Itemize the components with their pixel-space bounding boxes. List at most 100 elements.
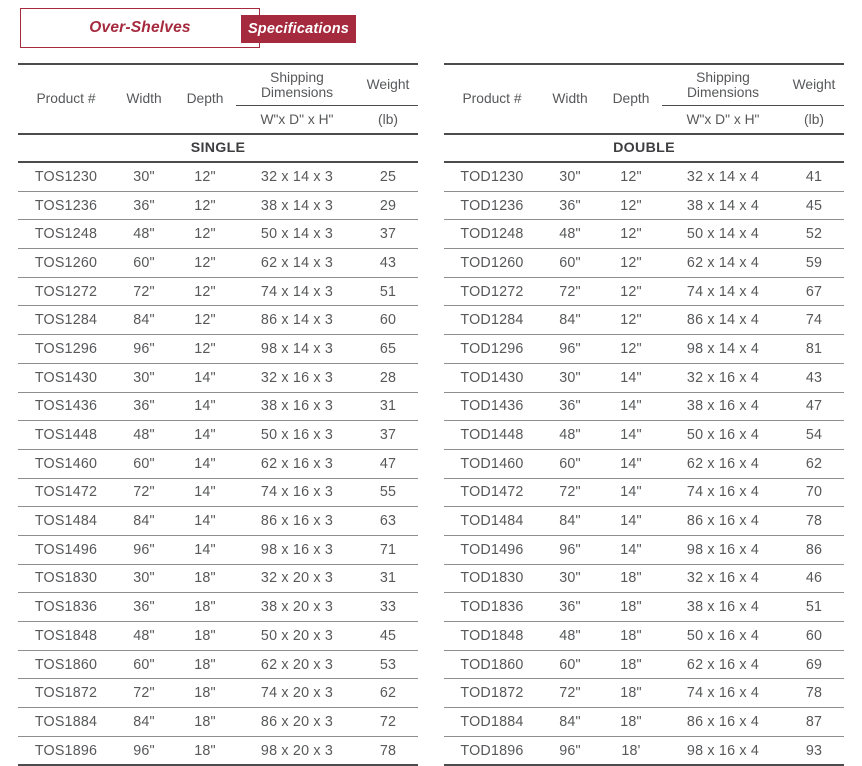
single-spec-table: Product # Width Depth Shipping Dimension…: [18, 63, 418, 766]
shipping-dimensions-value: 98 x 16 x 4: [662, 736, 784, 765]
depth-value: 14": [600, 535, 662, 564]
table-row: TOD183636"18"38 x 16 x 451: [444, 593, 844, 622]
weight-value: 78: [784, 679, 844, 708]
depth-value: 12": [600, 277, 662, 306]
weight-value: 74: [784, 306, 844, 335]
table-row: TOS123636"12"38 x 14 x 329: [18, 191, 418, 220]
table-row: TOS189696"18"98 x 20 x 378: [18, 736, 418, 765]
shipping-dimensions-value: 62 x 14 x 4: [662, 249, 784, 278]
weight-value: 43: [358, 249, 418, 278]
table-row: TOS127272"12"74 x 14 x 351: [18, 277, 418, 306]
shipping-dimensions-value: 38 x 16 x 3: [236, 392, 358, 421]
depth-value: 12": [174, 249, 236, 278]
width-value: 36": [114, 392, 174, 421]
depth-value: 18": [600, 622, 662, 651]
width-value: 48": [540, 421, 600, 450]
product-column-header: Product #: [18, 64, 114, 134]
shipping-dimensions-value: 86 x 14 x 4: [662, 306, 784, 335]
width-value: 30": [114, 162, 174, 191]
shipping-dimensions-subheader: W"x D" x H": [236, 106, 358, 135]
weight-value: 51: [358, 277, 418, 306]
table-row: TOD129696"12"98 x 14 x 481: [444, 335, 844, 364]
table-row: TOD149696"14"98 x 16 x 486: [444, 535, 844, 564]
single-table-header: Product # Width Depth Shipping Dimension…: [18, 64, 418, 162]
weight-value: 33: [358, 593, 418, 622]
width-value: 84": [114, 507, 174, 536]
weight-value: 78: [358, 736, 418, 765]
product-number: TOD1460: [444, 449, 540, 478]
product-number: TOD1860: [444, 650, 540, 679]
depth-column-header: Depth: [174, 64, 236, 134]
shipping-dimensions-value: 74 x 14 x 4: [662, 277, 784, 306]
product-number: TOS1830: [18, 564, 114, 593]
shipping-header-line2: Dimensions: [687, 85, 759, 100]
depth-value: 18": [600, 593, 662, 622]
shipping-dimensions-value: 86 x 16 x 3: [236, 507, 358, 536]
section-header-single: SINGLE: [18, 134, 418, 162]
weight-value: 63: [358, 507, 418, 536]
depth-value: 12": [174, 162, 236, 191]
depth-value: 14": [174, 535, 236, 564]
depth-value: 14": [174, 449, 236, 478]
shipping-dimensions-value: 74 x 14 x 3: [236, 277, 358, 306]
table-row: TOS183636"18"38 x 20 x 333: [18, 593, 418, 622]
weight-value: 31: [358, 564, 418, 593]
shipping-dimensions-value: 98 x 16 x 4: [662, 535, 784, 564]
table-row: TOD123636"12"38 x 14 x 445: [444, 191, 844, 220]
product-number: TOD1448: [444, 421, 540, 450]
product-number: TOS1230: [18, 162, 114, 191]
shipping-dimensions-value: 32 x 16 x 4: [662, 564, 784, 593]
width-value: 48": [114, 220, 174, 249]
shipping-dimensions-value: 74 x 16 x 4: [662, 679, 784, 708]
table-row: TOS184848"18"50 x 20 x 345: [18, 622, 418, 651]
shipping-dimensions-value: 98 x 14 x 4: [662, 335, 784, 364]
depth-value: 14": [174, 363, 236, 392]
table-row: TOD186060"18"62 x 16 x 469: [444, 650, 844, 679]
table-row: TOS188484"18"86 x 20 x 372: [18, 708, 418, 737]
table-row: TOS183030"18"32 x 20 x 331: [18, 564, 418, 593]
weight-value: 93: [784, 736, 844, 765]
shipping-dimensions-value: 74 x 16 x 4: [662, 478, 784, 507]
specifications-tab-label: Specifications: [248, 21, 349, 37]
shipping-dimensions-value: 32 x 14 x 3: [236, 162, 358, 191]
product-number: TOD1284: [444, 306, 540, 335]
shipping-dimensions-value: 32 x 20 x 3: [236, 564, 358, 593]
width-value: 96": [540, 736, 600, 765]
weight-value: 25: [358, 162, 418, 191]
shipping-dimensions-value: 38 x 20 x 3: [236, 593, 358, 622]
depth-value: 14": [600, 363, 662, 392]
weight-value: 72: [358, 708, 418, 737]
width-value: 48": [114, 622, 174, 651]
shipping-dimensions-value: 32 x 16 x 3: [236, 363, 358, 392]
shipping-dimensions-value: 50 x 16 x 4: [662, 421, 784, 450]
shipping-dimensions-value: 98 x 20 x 3: [236, 736, 358, 765]
shipping-dimensions-value: 98 x 16 x 3: [236, 535, 358, 564]
table-row: TOD143636"14"38 x 16 x 447: [444, 392, 844, 421]
weight-value: 60: [784, 622, 844, 651]
width-value: 48": [114, 421, 174, 450]
width-value: 96": [114, 736, 174, 765]
width-value: 72": [540, 277, 600, 306]
depth-column-header: Depth: [600, 64, 662, 134]
product-number: TOS1236: [18, 191, 114, 220]
width-value: 60": [114, 449, 174, 478]
width-value: 96": [114, 335, 174, 364]
weight-value: 47: [358, 449, 418, 478]
product-number: TOS1284: [18, 306, 114, 335]
product-number: TOD1436: [444, 392, 540, 421]
table-row: TOD124848"12"50 x 14 x 452: [444, 220, 844, 249]
table-row: TOD183030"18"32 x 16 x 446: [444, 564, 844, 593]
shipping-dimensions-value: 38 x 14 x 3: [236, 191, 358, 220]
depth-value: 18": [174, 564, 236, 593]
table-row: TOS149696"14"98 x 16 x 371: [18, 535, 418, 564]
tab-over-shelves: Over-Shelves: [20, 8, 260, 48]
section-header-double: DOUBLE: [444, 134, 844, 162]
width-value: 36": [540, 593, 600, 622]
weight-value: 37: [358, 421, 418, 450]
weight-column-header: Weight: [784, 64, 844, 106]
shipping-dimensions-column-header: Shipping Dimensions: [662, 64, 784, 106]
shipping-header-line1: Shipping: [696, 70, 750, 85]
depth-value: 18": [600, 650, 662, 679]
weight-value: 70: [784, 478, 844, 507]
product-number: TOS1460: [18, 449, 114, 478]
